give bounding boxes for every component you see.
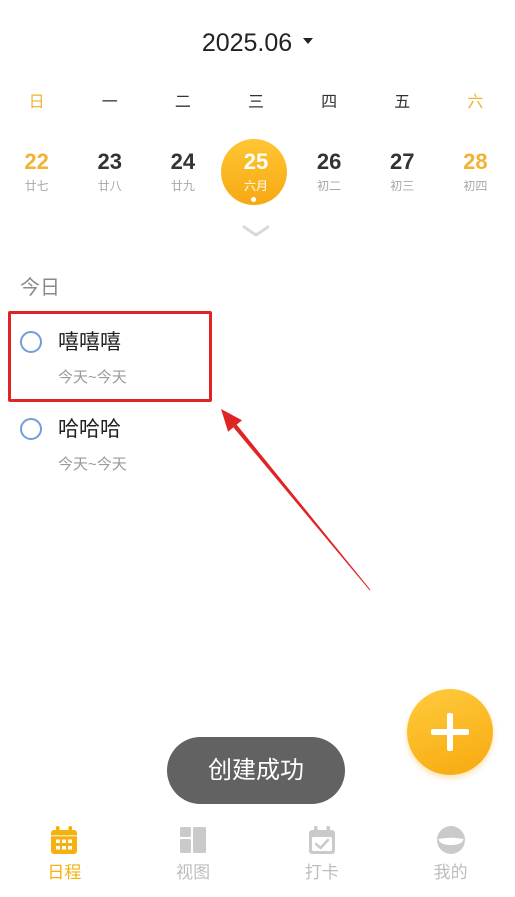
task-date-range: 今天~今天 xyxy=(58,456,127,473)
date-cell[interactable]: 23 廿八 xyxy=(73,140,146,206)
toast-message: 创建成功 xyxy=(167,737,345,804)
weekday-label: 二 xyxy=(174,94,191,111)
weekday-label: 六 xyxy=(467,94,484,111)
lunar-date: 初二 xyxy=(317,179,342,193)
week-date-strip: 22 廿七 23 廿八 24 廿九 25 六月 26 初二 27 初三 28 初… xyxy=(0,139,512,206)
date-cell[interactable]: 24 廿九 xyxy=(146,140,219,206)
task-item[interactable]: 哈哈哈 今天~今天 xyxy=(0,399,515,485)
date-number: 27 xyxy=(390,149,415,174)
task-title: 嘻嘻嘻 xyxy=(58,331,121,354)
lunar-date: 廿七 xyxy=(24,179,49,193)
tab-label: 日程 xyxy=(47,863,82,882)
date-number: 23 xyxy=(97,149,122,174)
date-number: 25 xyxy=(243,149,269,174)
task-checkbox[interactable] xyxy=(20,331,42,353)
weekday-label: 三 xyxy=(247,94,264,111)
date-number: 24 xyxy=(170,149,196,174)
month-label: 2025.06 xyxy=(201,29,293,57)
weekday-label: 日 xyxy=(28,94,45,111)
lunar-date: 六月 xyxy=(243,179,268,193)
task-item[interactable]: 嘻嘻嘻 今天~今天 xyxy=(0,312,515,398)
plus-icon xyxy=(431,713,469,751)
caret-down-icon xyxy=(303,38,314,44)
today-section-title: 今日 xyxy=(20,277,60,299)
weekday-label: 四 xyxy=(321,94,338,111)
layout-grid-icon xyxy=(180,827,207,853)
date-cell[interactable]: 28 初四 xyxy=(439,140,512,206)
tab-label: 我的 xyxy=(433,863,468,882)
tab-schedule[interactable]: 日程 xyxy=(0,815,129,897)
month-picker[interactable]: 2025.06 xyxy=(0,28,515,58)
add-task-button[interactable] xyxy=(407,689,493,775)
chevron-down-icon xyxy=(242,225,270,237)
calendar-icon xyxy=(51,826,78,854)
bottom-tab-bar: 日程 视图 打卡 我的 xyxy=(0,815,515,897)
expand-calendar-button[interactable] xyxy=(240,223,272,239)
date-cell[interactable]: 26 初二 xyxy=(293,140,366,206)
date-cell[interactable]: 22 廿七 xyxy=(0,140,73,206)
tab-profile[interactable]: 我的 xyxy=(386,815,515,897)
lunar-date: 廿九 xyxy=(170,179,195,193)
task-date-range: 今天~今天 xyxy=(58,369,127,386)
tab-label: 视图 xyxy=(176,863,211,882)
date-cell-selected[interactable]: 25 六月 xyxy=(219,139,292,206)
date-number: 28 xyxy=(463,149,488,174)
task-title: 哈哈哈 xyxy=(58,418,121,441)
tab-check-in[interactable]: 打卡 xyxy=(258,815,387,897)
weekday-header: 日 一 二 三 四 五 六 xyxy=(0,91,512,115)
tab-label: 打卡 xyxy=(304,863,339,882)
date-number: 22 xyxy=(24,149,49,174)
lunar-date: 廿八 xyxy=(97,179,122,193)
check-calendar-icon xyxy=(308,826,335,854)
lunar-date: 初三 xyxy=(390,179,415,193)
date-cell[interactable]: 27 初三 xyxy=(366,140,439,206)
tab-view[interactable]: 视图 xyxy=(129,815,258,897)
lunar-date: 初四 xyxy=(463,179,488,193)
weekday-label: 一 xyxy=(101,94,118,111)
weekday-label: 五 xyxy=(394,94,411,111)
profile-icon xyxy=(436,826,465,854)
task-checkbox[interactable] xyxy=(20,418,42,440)
date-number: 26 xyxy=(316,149,342,174)
